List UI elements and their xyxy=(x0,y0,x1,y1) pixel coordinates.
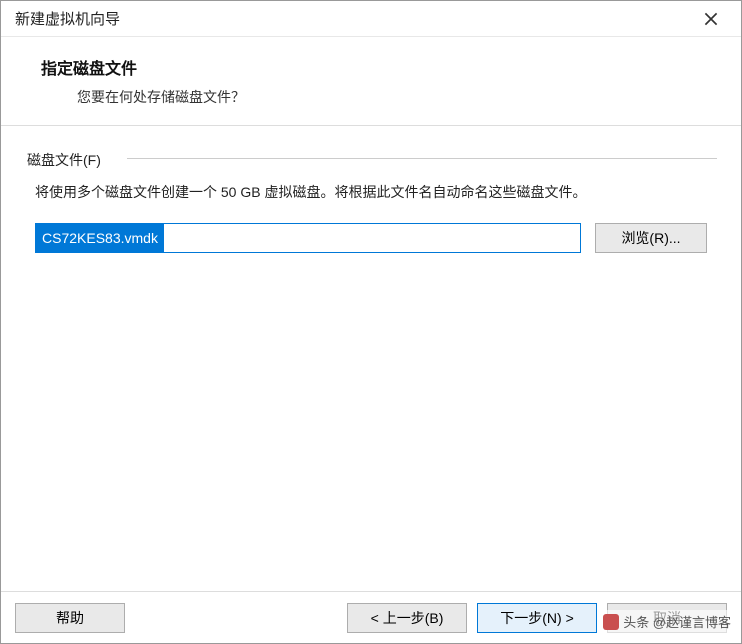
cancel-button[interactable]: 取消 xyxy=(607,603,727,633)
window-title: 新建虚拟机向导 xyxy=(15,8,120,29)
titlebar: 新建虚拟机向导 xyxy=(1,1,741,37)
disk-file-group: 磁盘文件(F) 将使用多个磁盘文件创建一个 50 GB 虚拟磁盘。将根据此文件名… xyxy=(19,148,723,267)
content-area: 磁盘文件(F) 将使用多个磁盘文件创建一个 50 GB 虚拟磁盘。将根据此文件名… xyxy=(1,126,741,610)
close-button[interactable] xyxy=(689,4,733,34)
group-description: 将使用多个磁盘文件创建一个 50 GB 虚拟磁盘。将根据此文件名自动命名这些磁盘… xyxy=(35,180,707,205)
file-row: CS72KES83.vmdk 浏览(R)... xyxy=(35,223,707,253)
page-subheading: 您要在何处存储磁盘文件？ xyxy=(77,87,713,107)
filename-input-wrap: CS72KES83.vmdk xyxy=(35,223,581,253)
filename-input[interactable] xyxy=(35,223,581,253)
wizard-footer: 帮助 < 上一步(B) 下一步(N) > 取消 xyxy=(1,591,741,643)
browse-button[interactable]: 浏览(R)... xyxy=(595,223,707,253)
back-button[interactable]: < 上一步(B) xyxy=(347,603,467,633)
close-icon xyxy=(704,12,718,26)
group-legend: 磁盘文件(F) xyxy=(23,150,105,170)
page-heading: 指定磁盘文件 xyxy=(41,55,713,79)
help-button[interactable]: 帮助 xyxy=(15,603,125,633)
group-separator xyxy=(127,158,717,159)
wizard-header: 指定磁盘文件 您要在何处存储磁盘文件？ xyxy=(1,37,741,126)
next-button[interactable]: 下一步(N) > xyxy=(477,603,597,633)
